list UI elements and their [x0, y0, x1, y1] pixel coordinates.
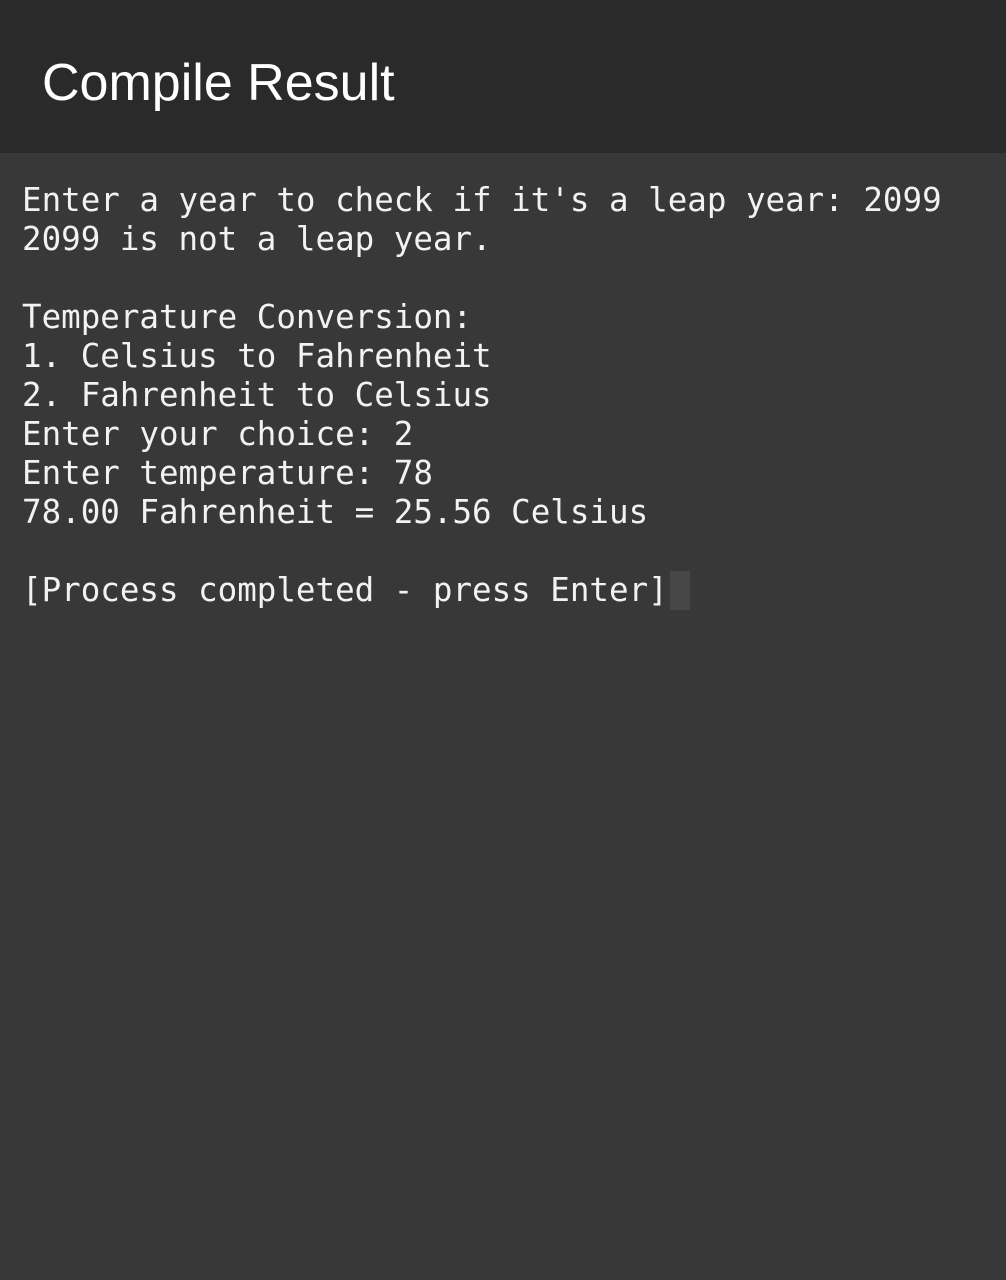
terminal-lines: Enter a year to check if it's a leap yea…	[22, 181, 942, 610]
terminal-line-temperature-input: Enter temperature: 78	[22, 454, 942, 493]
terminal-line-menu-title: Temperature Conversion:	[22, 298, 942, 337]
terminal-line-text: Enter your choice: 2	[22, 415, 414, 453]
terminal-cursor[interactable]	[669, 571, 690, 610]
terminal-line-choice: Enter your choice: 2	[22, 415, 942, 454]
terminal-line-text: 1. Celsius to Fahrenheit	[22, 337, 492, 375]
terminal-line-text: 2099 is not a leap year.	[22, 220, 492, 258]
terminal-line-menu-option-2: 2. Fahrenheit to Celsius	[22, 376, 942, 415]
app-header: Compile Result	[0, 0, 1006, 153]
terminal-line-leap-result: 2099 is not a leap year.	[22, 220, 942, 259]
terminal-line-text: [Process completed - press Enter]	[22, 571, 668, 609]
terminal-line-text: Temperature Conversion:	[22, 298, 473, 336]
terminal-line-text: 78.00 Fahrenheit = 25.56 Celsius	[22, 493, 649, 531]
terminal-output[interactable]: Enter a year to check if it's a leap yea…	[0, 153, 1006, 1280]
terminal-line-menu-option-1: 1. Celsius to Fahrenheit	[22, 337, 942, 376]
terminal-line-leap-prompt: Enter a year to check if it's a leap yea…	[22, 181, 942, 220]
terminal-line-text: Enter a year to check if it's a leap yea…	[22, 181, 942, 219]
terminal-line-conversion-result: 78.00 Fahrenheit = 25.56 Celsius	[22, 493, 942, 532]
terminal-line-process-completed: [Process completed - press Enter]	[22, 571, 942, 610]
page-title: Compile Result	[42, 54, 395, 112]
terminal-line-text: Enter temperature: 78	[22, 454, 433, 492]
terminal-line-text: 2. Fahrenheit to Celsius	[22, 376, 492, 414]
